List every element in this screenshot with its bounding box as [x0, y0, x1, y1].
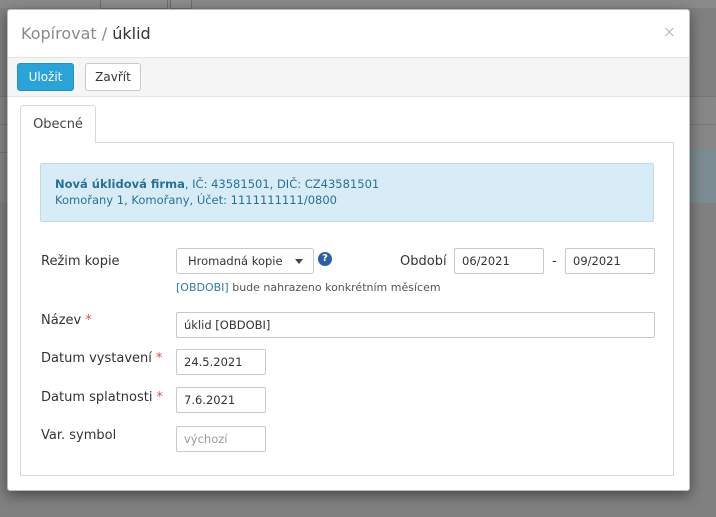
dialog-title-prefix: Kopírovat	[21, 24, 97, 43]
background-tab	[100, 0, 168, 9]
dialog-header: Kopírovat / úklid ×	[8, 10, 689, 58]
period-separator: -	[552, 254, 557, 269]
company-address: Komořany 1, Komořany, Účet: 1111111111/0…	[55, 193, 337, 207]
company-info-line-1: Nová úklidová firma, IČ: 43581501, DIČ: …	[55, 176, 639, 192]
company-details: , IČ: 43581501, DIČ: CZ43581501	[184, 177, 380, 191]
period-to-input[interactable]	[565, 248, 655, 274]
help-icon[interactable]: ?	[318, 252, 332, 266]
name-input[interactable]	[176, 312, 655, 338]
caret-down-icon	[295, 259, 303, 264]
company-name: Nová úklidová firma	[55, 177, 185, 191]
period-token: [OBDOBI]	[176, 281, 229, 294]
period-hint: [OBDOBI] bude nahrazeno konkrétním měsíc…	[176, 281, 441, 294]
required-mark: *	[155, 351, 163, 366]
dialog-title-name: úklid	[112, 24, 151, 43]
required-mark: *	[85, 313, 92, 328]
required-mark: *	[156, 390, 163, 405]
copy-mode-select[interactable]: Hromadná kopie	[176, 248, 314, 274]
dialog-title: Kopírovat / úklid	[21, 24, 151, 43]
copy-mode-label: Režim kopie	[41, 254, 120, 269]
issue-date-label-text: Datum vystavení	[41, 351, 152, 366]
issue-date-label: Datum vystavení *	[41, 351, 162, 366]
background-selected-row	[690, 150, 716, 202]
close-icon[interactable]: ×	[663, 22, 676, 41]
tab-general[interactable]: Obecné	[20, 105, 96, 143]
period-hint-text: bude nahrazeno konkrétním měsícem	[228, 281, 441, 294]
period-from-input[interactable]	[454, 248, 544, 274]
dialog-title-separator: /	[101, 24, 108, 43]
dialog-toolbar: Uložit Zavřít	[8, 58, 689, 97]
period-label: Období	[400, 254, 447, 269]
background-tab	[170, 0, 192, 9]
company-info-box: Nová úklidová firma, IČ: 43581501, DIČ: …	[40, 163, 654, 222]
due-date-label-text: Datum splatnosti	[41, 390, 153, 405]
due-date-input[interactable]	[176, 387, 266, 413]
var-symbol-label: Var. symbol	[41, 428, 117, 443]
copy-mode-value: Hromadná kopie	[188, 254, 283, 268]
close-button[interactable]: Zavřít	[85, 63, 141, 91]
issue-date-input[interactable]	[176, 349, 266, 375]
save-button[interactable]: Uložit	[17, 63, 74, 91]
due-date-label: Datum splatnosti *	[41, 390, 163, 405]
name-label-text: Název	[41, 313, 82, 328]
var-symbol-input[interactable]	[176, 426, 266, 452]
name-label: Název *	[41, 313, 92, 328]
